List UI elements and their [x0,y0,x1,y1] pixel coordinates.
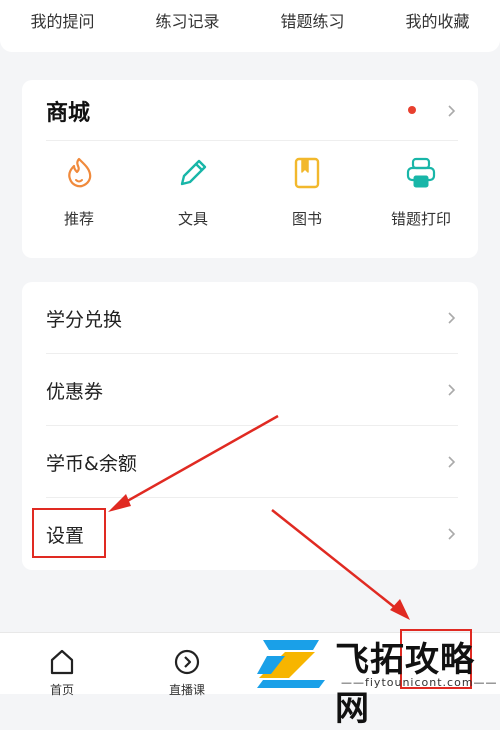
mall-item-label: 文具 [177,210,208,228]
menu-item-label: 学分兑换 [46,308,123,331]
book-icon [294,157,320,189]
mall-item-books[interactable]: 图书 [257,156,357,229]
menu-list-card: 学分兑换 优惠券 学币&余额 设置 [22,282,478,570]
mall-card: 商城 推荐 文具 图书 错题打印 [22,80,478,258]
mall-title: 商城 [46,101,91,126]
highlight-box [32,508,106,558]
watermark: 飞拓攻略网 ——fiytounicont.com—— [255,630,500,729]
tab-wrong-practice[interactable]: 错题练习 [280,8,344,32]
menu-item-settings[interactable]: 设置 [32,498,458,570]
tab-my-favorites[interactable]: 我的收藏 [405,8,469,32]
menu-item-credit-exchange[interactable]: 学分兑换 [46,282,458,354]
nav-label: 直播课 [168,683,205,697]
tab-practice-record[interactable]: 练习记录 [155,8,219,32]
menu-item-coins-balance[interactable]: 学币&余额 [46,426,458,498]
site-logo [257,640,325,688]
watermark-url: ——fiytounicont.com—— [341,676,498,689]
mall-item-recommend[interactable]: 推荐 [29,156,129,229]
chevron-right-icon [448,456,456,468]
chevron-right-icon [448,105,456,117]
divider [46,140,458,141]
mall-item-label: 图书 [291,210,322,228]
tab-my-questions[interactable]: 我的提问 [30,8,94,32]
mall-item-print[interactable]: 错题打印 [371,156,471,229]
nav-home[interactable]: 首页 [32,647,92,698]
top-tab-bar: 我的提问 练习记录 错题练习 我的收藏 [0,0,500,52]
home-icon [50,649,74,675]
chevron-right-icon [448,528,456,540]
mall-item-label: 推荐 [63,210,94,228]
nav-live-class[interactable]: 直播课 [157,647,217,698]
flame-icon [68,157,92,188]
notification-dot [408,106,416,114]
chevron-right-icon [448,312,456,324]
menu-item-coupons[interactable]: 优惠券 [46,354,458,426]
mall-items: 推荐 文具 图书 错题打印 [22,156,478,229]
mall-header[interactable]: 商城 [46,96,458,126]
menu-item-label: 学币&余额 [46,452,137,475]
mall-item-stationery[interactable]: 文具 [143,156,243,229]
play-circle-icon [174,649,200,675]
printer-icon [406,157,436,188]
nav-label: 首页 [49,683,74,697]
menu-item-label: 优惠券 [46,380,104,403]
mall-item-label: 错题打印 [390,210,451,228]
chevron-right-icon [448,384,456,396]
pen-icon [180,159,207,186]
